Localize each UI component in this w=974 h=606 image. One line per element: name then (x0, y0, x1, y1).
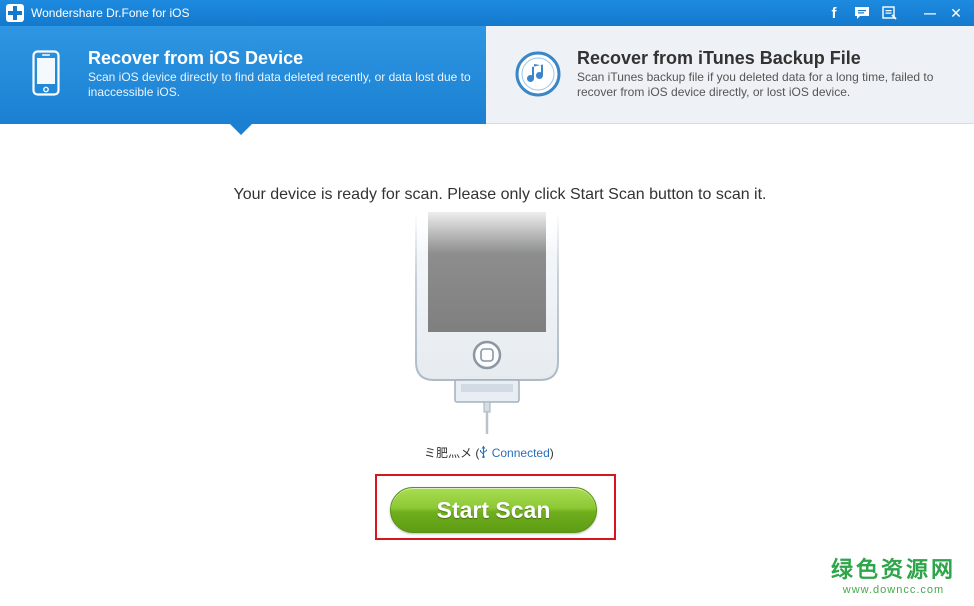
window-title: Wondershare Dr.Fone for iOS (31, 6, 190, 20)
itunes-icon (515, 51, 561, 97)
iphone-illustration (415, 212, 559, 434)
register-icon[interactable] (880, 3, 900, 23)
watermark: 绿色资源网 www.downcc.com (831, 552, 956, 596)
tab-description: Scan iTunes backup file if you deleted d… (577, 70, 934, 99)
tab-description: Scan iOS device directly to find data de… (88, 70, 471, 99)
feedback-icon[interactable] (852, 3, 872, 23)
ready-message: Your device is ready for scan. Please on… (233, 186, 767, 203)
start-scan-button[interactable]: Start Scan (390, 487, 597, 533)
facebook-icon[interactable]: f (824, 3, 844, 23)
watermark-url: www.downcc.com (842, 584, 945, 596)
tab-recover-from-ios-device[interactable]: Recover from iOS Device Scan iOS device … (0, 26, 486, 124)
close-icon[interactable]: ✕ (946, 3, 966, 23)
device-connection-status: ミ肥灬メ ( Connected) (424, 446, 554, 460)
app-logo-icon (6, 4, 24, 22)
connection-status: Connected (491, 446, 550, 460)
device-name: ミ肥灬メ (424, 446, 473, 460)
iphone-icon (32, 50, 60, 96)
tab-recover-from-itunes-backup[interactable]: Recover from iTunes Backup File Scan iTu… (486, 26, 974, 124)
watermark-text: 绿色资源网 (830, 557, 956, 582)
title-bar: Wondershare Dr.Fone for iOS f — ✕ (0, 0, 974, 26)
tab-title: Recover from iTunes Backup File (577, 48, 861, 68)
minimize-icon[interactable]: — (920, 3, 940, 23)
active-tab-pointer (230, 124, 252, 135)
tab-title: Recover from iOS Device (88, 48, 304, 68)
usb-icon (480, 446, 488, 459)
